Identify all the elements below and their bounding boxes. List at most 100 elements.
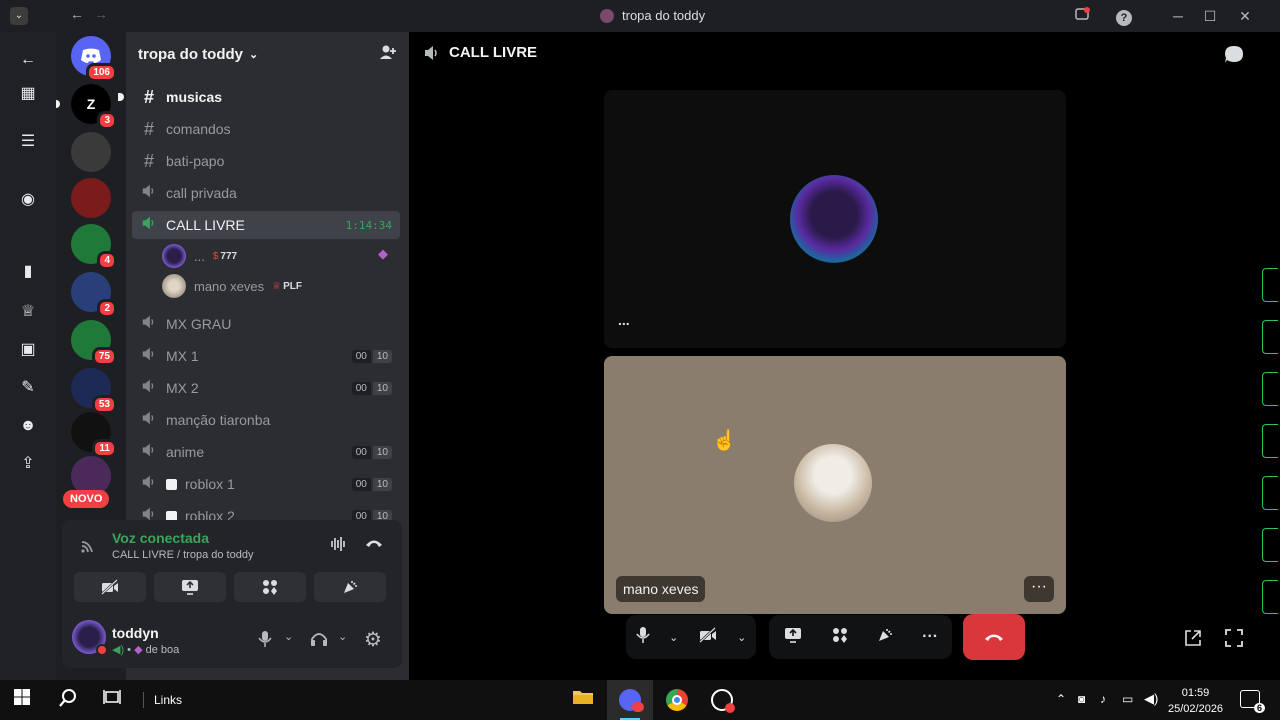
square-icon [166, 478, 177, 490]
user-limit-pill: 00 10 [351, 381, 392, 395]
signal-icon[interactable] [80, 536, 98, 559]
microphone-icon[interactable]: ♪ [1100, 692, 1106, 706]
disconnect-call-button[interactable] [963, 614, 1025, 660]
chevron-down-icon[interactable]: ⌄ [338, 630, 347, 643]
voice-user-name: ... [194, 248, 205, 264]
camera-off-button[interactable] [74, 572, 146, 602]
channel-text-item[interactable]: # comandos [132, 115, 400, 143]
system-clock[interactable]: 01:59 25/02/2026 [1168, 685, 1223, 717]
channel-name: MX GRAU [166, 316, 232, 332]
chevron-down-icon[interactable]: ⌄ [737, 631, 746, 644]
settings-gear-icon[interactable]: ⚙ [364, 627, 382, 652]
soundboard-button[interactable] [314, 572, 386, 602]
back-arrow-icon[interactable]: ← [70, 6, 84, 22]
trophy-icon: ♕ [272, 280, 282, 292]
wrench-icon: ✎ [21, 379, 35, 396]
hashtag-icon: # [143, 86, 154, 107]
task-view-icon[interactable] [98, 688, 126, 712]
camera-off-button[interactable] [698, 626, 718, 648]
microphone-button[interactable] [636, 626, 650, 649]
channel-voice-item[interactable]: CALL LIVRE 1:14:34 [132, 211, 400, 239]
noise-suppression-icon[interactable] [330, 536, 348, 555]
maximize-icon[interactable]: ☐ [1200, 6, 1220, 26]
more-icon[interactable]: ··· [922, 628, 938, 646]
activities-button[interactable] [234, 572, 306, 602]
volume-icon[interactable]: ◀) [1144, 691, 1158, 707]
home-button[interactable]: 106 [71, 36, 117, 82]
speaker-icon [140, 410, 158, 431]
fullscreen-icon[interactable] [1224, 628, 1244, 653]
avatar [162, 244, 186, 268]
channel-text-item[interactable]: # bati-papo [132, 147, 400, 175]
invite-icon[interactable] [379, 43, 397, 66]
dollar-badge-icon: $ [212, 250, 219, 262]
forward-arrow-icon[interactable]: → [94, 6, 108, 22]
links-toolbar[interactable]: Links [154, 693, 182, 707]
chat-bubble-icon[interactable] [1224, 44, 1244, 69]
chevron-down-icon[interactable]: ⌄ [669, 631, 678, 644]
user-limit: 10 [372, 349, 392, 363]
username[interactable]: toddyn [112, 625, 159, 641]
search-icon[interactable] [54, 688, 82, 712]
mention-badge: 106 [86, 63, 117, 82]
file-explorer-icon[interactable] [569, 688, 597, 712]
popout-icon[interactable] [1183, 628, 1203, 653]
chevron-down-icon[interactable]: ⌄ [284, 630, 293, 643]
server-icon-button[interactable]: 75 [71, 320, 117, 366]
channel-voice-item[interactable]: roblox 1 00 10 [132, 470, 400, 498]
channel-voice-item[interactable]: manção tiaronba [132, 406, 400, 434]
bg-frame [1262, 320, 1278, 354]
activities-button[interactable] [831, 626, 849, 649]
tile-more-label[interactable]: ... [618, 312, 630, 328]
notifications-icon[interactable]: 6 [1240, 690, 1265, 713]
server-header[interactable]: tropa do toddy ⌄ [126, 32, 409, 76]
server-icon-button[interactable]: Z3 [56, 84, 117, 130]
chart-icon: ▮ [23, 263, 33, 280]
disconnect-icon[interactable] [364, 536, 384, 553]
soundboard-button[interactable] [876, 626, 894, 649]
help-icon[interactable]: ? [1114, 6, 1134, 26]
voice-user[interactable]: ... $777 [162, 243, 237, 269]
server-icon-button[interactable] [71, 132, 111, 172]
server-icon-button[interactable]: 4 [71, 224, 117, 270]
microphone-icon[interactable] [258, 630, 272, 653]
channel-text-item[interactable]: # musicas [118, 83, 400, 111]
call-main-area: CALL LIVRE ... ☝ mano xeves ··· ⌄ ⌄ ··· [409, 32, 1260, 680]
chrome-icon[interactable] [666, 689, 688, 711]
headphones-icon[interactable] [310, 630, 328, 653]
server-icon-button[interactable]: 53 [71, 368, 117, 414]
obs-icon[interactable] [711, 689, 735, 713]
channel-voice-item[interactable]: call privada [132, 179, 400, 207]
more-options-button[interactable]: ··· [1024, 576, 1054, 602]
channel-name: bati-papo [166, 153, 225, 169]
user-limit-pill: 00 10 [351, 445, 392, 459]
server-icon-button[interactable]: 11 [71, 412, 117, 458]
participant-tile[interactable]: ... [604, 90, 1066, 348]
channel-voice-item[interactable]: MX 1 00 10 [132, 342, 400, 370]
inbox-icon[interactable] [1072, 6, 1092, 26]
server-icon-button[interactable]: 2 [71, 272, 117, 318]
voice-location[interactable]: CALL LIVRE / tropa do toddy [112, 549, 253, 561]
screen-share-button[interactable] [154, 572, 226, 602]
close-icon[interactable]: ✕ [1235, 6, 1255, 26]
camera-icon[interactable]: ◙ [1078, 692, 1085, 706]
minimize-icon[interactable]: ─ [1168, 6, 1188, 26]
voice-user[interactable]: mano xeves ♕ PLF [162, 273, 302, 299]
user-count: 00 [351, 349, 371, 363]
voice-channel-icon [423, 44, 441, 67]
chevron-up-icon[interactable]: ⌃ [1056, 692, 1066, 706]
discord-taskbar-button[interactable] [607, 680, 653, 720]
screen-share-button[interactable] [783, 626, 803, 649]
participant-tile[interactable]: ☝ mano xeves ··· [604, 356, 1066, 614]
windows-start-icon[interactable] [8, 688, 36, 712]
hand-cursor-icon: ☝ [712, 430, 737, 452]
voice-user-tag: 777 [220, 250, 238, 262]
avatar[interactable] [72, 620, 108, 656]
camera-off-icon [101, 579, 118, 595]
chevron-down-icon[interactable]: ⌄ [10, 7, 28, 25]
server-icon-button[interactable] [71, 178, 111, 218]
network-icon[interactable]: ▭ [1122, 692, 1133, 706]
channel-voice-item[interactable]: MX GRAU [132, 310, 400, 338]
channel-voice-item[interactable]: MX 2 00 10 [132, 374, 400, 402]
channel-voice-item[interactable]: anime 00 10 [132, 438, 400, 466]
